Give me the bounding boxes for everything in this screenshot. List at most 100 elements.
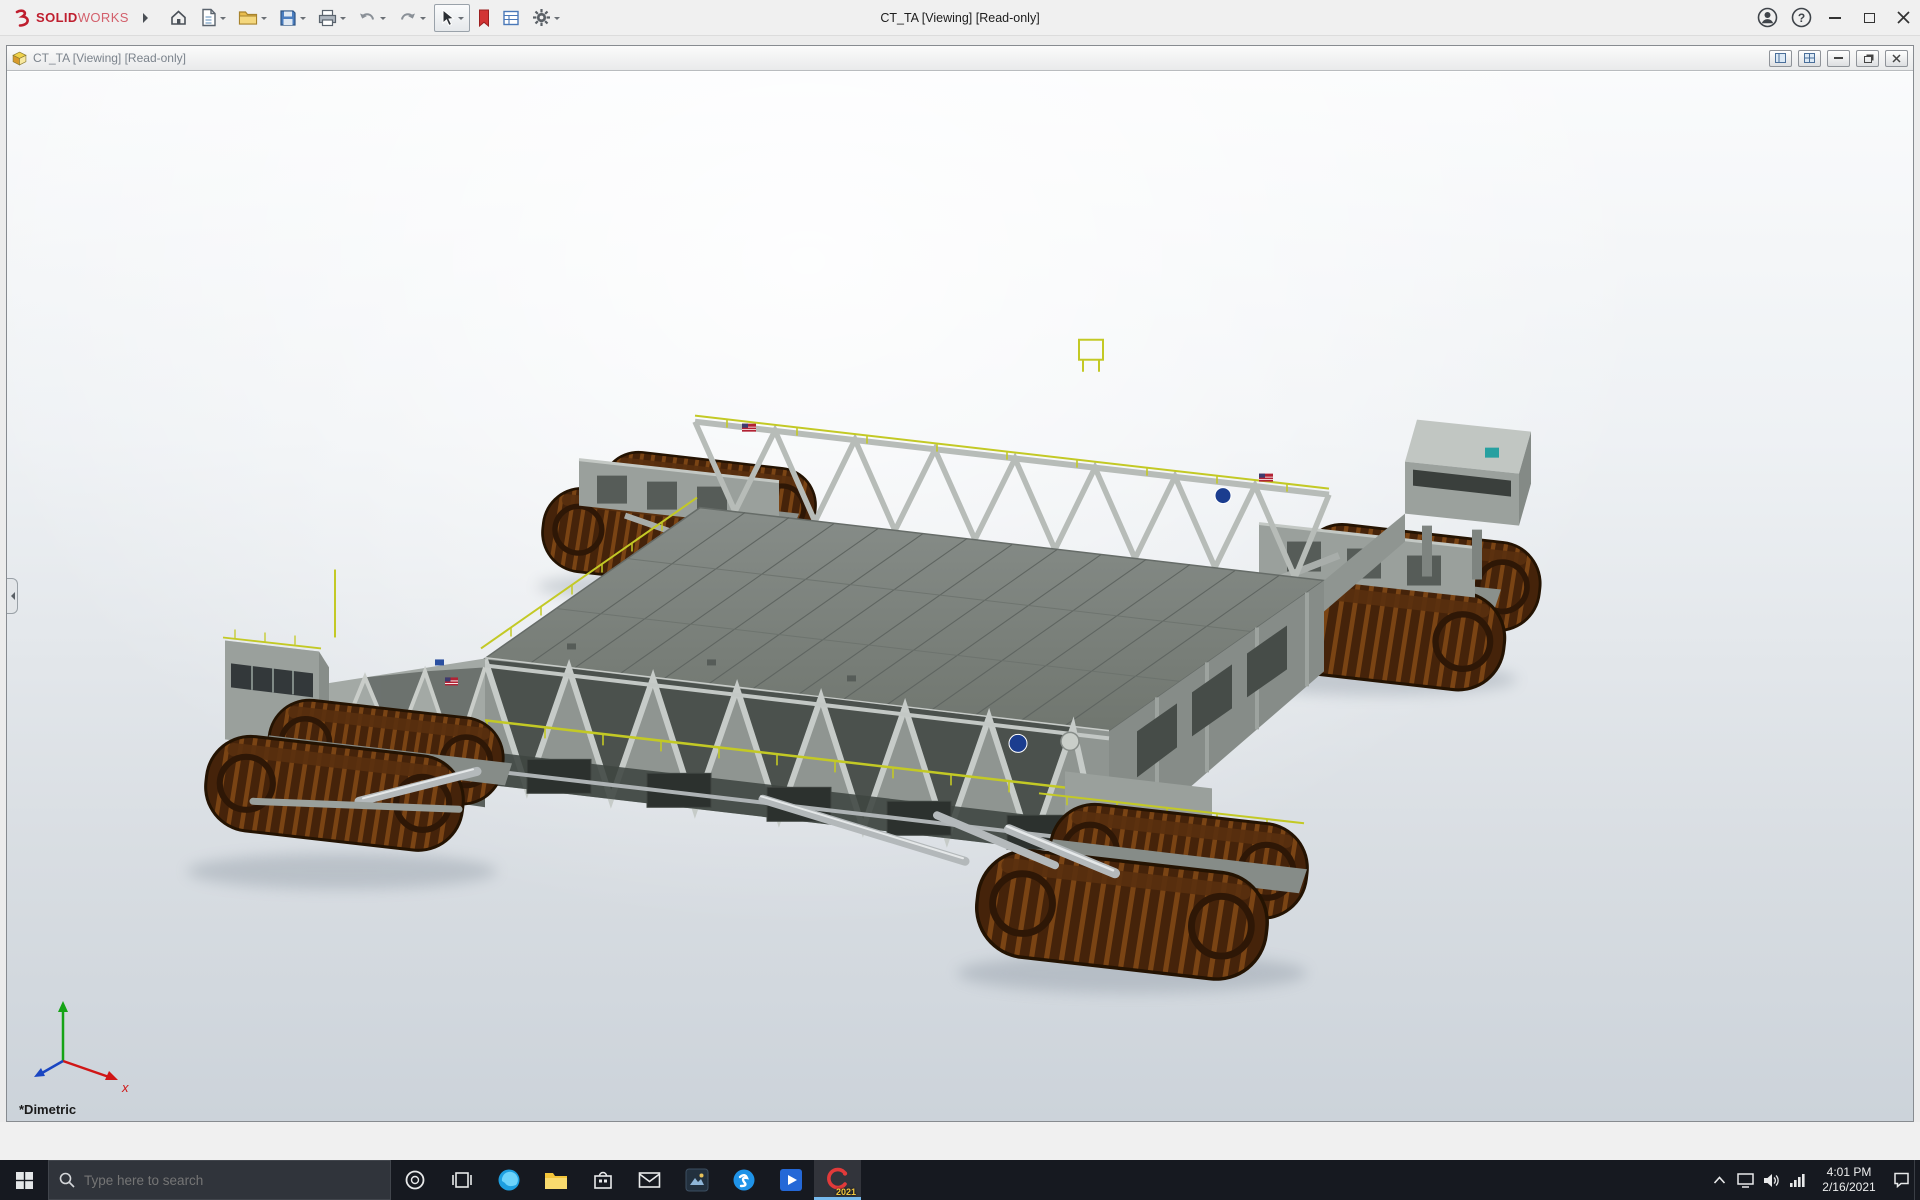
close-button[interactable] [1886, 0, 1920, 36]
brand-solid-text: SOLID [36, 10, 78, 25]
minimize-button[interactable] [1818, 0, 1852, 36]
nasa-logo [1009, 734, 1027, 752]
document-titlebar[interactable]: CT_TA [Viewing] [Read-only] [7, 46, 1913, 71]
doc-minimize-icon [1834, 57, 1843, 59]
undo-button[interactable] [354, 4, 390, 32]
volume-tray-icon[interactable] [1758, 1160, 1784, 1200]
evaluate-button[interactable] [498, 4, 524, 32]
3dexperience-button[interactable] [474, 4, 494, 32]
doc-close-button[interactable] [1885, 50, 1908, 67]
orientation-label: *Dimetric [19, 1102, 76, 1117]
clock-date: 2/16/2021 [1810, 1180, 1888, 1195]
solidworks-version-badge: 2021 [836, 1187, 856, 1197]
options-button[interactable] [528, 4, 564, 32]
print-caret[interactable] [340, 17, 346, 23]
solidworks-app-button[interactable]: 2021 [814, 1160, 861, 1200]
save-caret[interactable] [300, 17, 306, 23]
taskbar: 2021 [0, 1160, 1920, 1200]
us-flag [445, 677, 458, 685]
solidworks-logo: SOLIDWORKS [0, 8, 129, 28]
ds-logo-icon [12, 8, 32, 28]
system-tray: 4:01 PM 2/16/2021 [1706, 1160, 1920, 1200]
hidden-icons-button[interactable] [1706, 1160, 1732, 1200]
crawler-transporter-model [7, 72, 1913, 1121]
task-view-icon [451, 1171, 473, 1189]
toolbar-flyout-arrow-icon[interactable] [143, 13, 153, 23]
select-cursor-button[interactable] [434, 4, 470, 32]
gear-icon [532, 8, 551, 27]
select-cursor-caret[interactable] [458, 17, 464, 23]
options-caret[interactable] [554, 17, 560, 23]
round-vent [1061, 732, 1079, 750]
select-cursor-icon [440, 9, 455, 27]
close-icon [1897, 11, 1910, 24]
brand-works-text: WORKS [78, 10, 129, 25]
help-icon: ? [1791, 7, 1812, 28]
new-document-caret[interactable] [220, 17, 226, 23]
network-icon [1789, 1174, 1805, 1187]
viewport-grid-icon [1804, 53, 1815, 63]
dark-app-icon[interactable] [673, 1160, 720, 1200]
doc-minimize-button[interactable] [1827, 50, 1850, 67]
red-bookmark-icon [478, 9, 490, 27]
deck-ladder-frame [1079, 340, 1103, 360]
doc-restore-button[interactable] [1856, 50, 1879, 67]
redo-caret[interactable] [420, 17, 426, 23]
cortana-button[interactable] [391, 1160, 438, 1200]
network-tray-icon[interactable] [1784, 1160, 1810, 1200]
viewport-pane-button[interactable] [1769, 50, 1792, 67]
start-button[interactable] [0, 1160, 48, 1200]
search-input[interactable] [84, 1173, 380, 1188]
viewport-grid-button[interactable] [1798, 50, 1821, 67]
redo-icon [398, 9, 417, 26]
task-view-button[interactable] [438, 1160, 485, 1200]
edge-icon [497, 1168, 521, 1192]
home-icon [169, 8, 188, 27]
action-center-icon [1893, 1172, 1910, 1188]
status-strip [0, 1122, 1920, 1160]
assembly-cube-icon [12, 51, 27, 66]
open-caret[interactable] [261, 17, 267, 23]
teal-equipment [1485, 448, 1499, 458]
help-button[interactable]: ? [1784, 0, 1818, 36]
feature-panel-collapse-tab[interactable] [7, 578, 18, 614]
orientation-triad[interactable]: x [21, 995, 136, 1095]
new-document-button[interactable] [196, 4, 230, 32]
save-button[interactable] [275, 4, 310, 32]
dark-app-glyph-icon [685, 1168, 709, 1192]
print-button[interactable] [314, 4, 350, 32]
home-button[interactable] [165, 4, 192, 32]
taskbar-search[interactable] [48, 1160, 391, 1200]
cortana-icon [404, 1169, 426, 1191]
us-flag [742, 424, 756, 432]
account-button[interactable] [1750, 0, 1784, 36]
taskbar-clock[interactable]: 4:01 PM 2/16/2021 [1810, 1165, 1888, 1195]
open-folder-icon [238, 9, 258, 26]
file-explorer-icon [544, 1170, 568, 1190]
3d-viewport[interactable]: x *Dimetric [7, 72, 1913, 1121]
collapse-arrow-icon [7, 592, 15, 600]
store-icon [592, 1169, 614, 1191]
action-center-button[interactable] [1888, 1160, 1914, 1200]
evaluate-table-icon [502, 9, 520, 27]
round-blue-app-icon[interactable] [720, 1160, 767, 1200]
window-title: CT_TA [Viewing] [Read-only] [880, 11, 1039, 25]
mail-app-icon[interactable] [626, 1160, 673, 1200]
document-title: CT_TA [Viewing] [Read-only] [33, 51, 186, 65]
show-desktop-button[interactable] [1914, 1160, 1920, 1200]
file-explorer-app-icon[interactable] [532, 1160, 579, 1200]
blue-app-glyph-icon [779, 1168, 803, 1192]
y-axis-arrow [58, 1001, 68, 1012]
store-app-icon[interactable] [579, 1160, 626, 1200]
redo-button[interactable] [394, 4, 430, 32]
display-tray-icon[interactable] [1732, 1160, 1758, 1200]
blue-app-icon[interactable] [767, 1160, 814, 1200]
us-flag [1259, 474, 1273, 482]
edge-app-icon[interactable] [485, 1160, 532, 1200]
search-icon [59, 1172, 75, 1188]
maximize-button[interactable] [1852, 0, 1886, 36]
nasa-logo [1215, 488, 1231, 504]
mail-icon [638, 1171, 661, 1189]
open-button[interactable] [234, 4, 271, 32]
undo-caret[interactable] [380, 17, 386, 23]
